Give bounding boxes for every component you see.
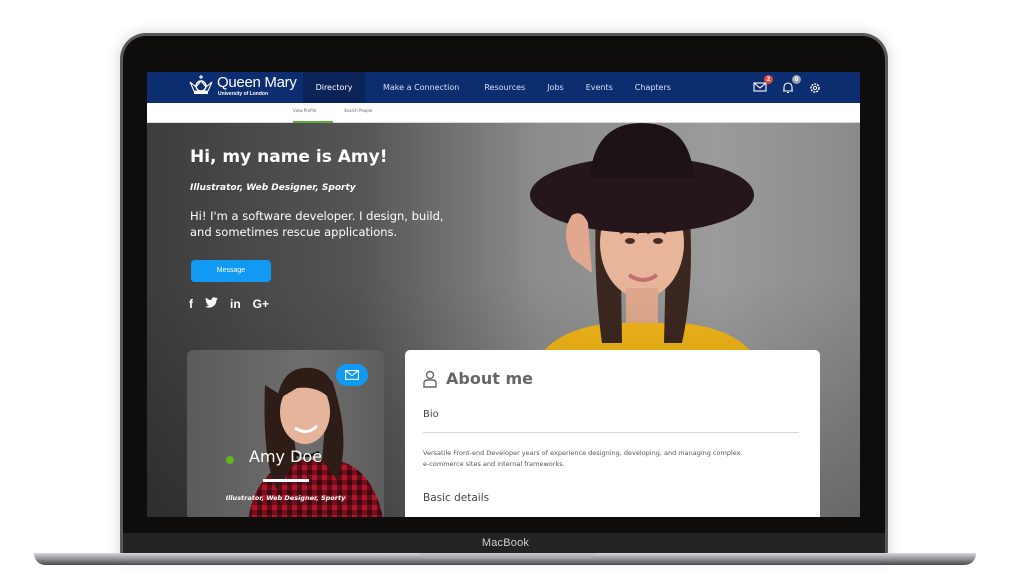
hero-description: Hi! I'm a software developer. I design, … [190, 209, 444, 239]
bio-divider [423, 432, 799, 433]
bio-text: Versatile Front-end Developer years of e… [423, 449, 741, 468]
nav-item-events[interactable]: Events [575, 72, 624, 103]
social-links: f in G+ [189, 297, 269, 311]
nav-item-chapters[interactable]: Chapters [624, 72, 682, 103]
linkedin-icon[interactable]: in [230, 297, 241, 311]
online-status-indicator [226, 456, 234, 464]
nav-item-make-a-connection[interactable]: Make a Connection [365, 72, 470, 103]
google-plus-icon[interactable]: G+ [253, 297, 269, 311]
bio-label: Bio [423, 409, 439, 420]
mail-button[interactable]: 2 [753, 75, 773, 93]
basic-details-label: Basic details [423, 492, 490, 504]
settings-button[interactable] [809, 79, 823, 93]
message-button[interactable]: Message [191, 260, 271, 282]
tab-view-profile[interactable]: View Profile [293, 108, 316, 113]
gear-icon [810, 83, 820, 93]
macbook-mockup: MacBook Queen Mary University of London … [0, 0, 1011, 574]
hero-banner: Hi, my name is Amy! Illustrator, Web Des… [147, 123, 860, 517]
profile-message-button[interactable] [336, 364, 368, 386]
laptop-notch [419, 553, 595, 559]
name-underline [263, 479, 309, 482]
hero-title: Hi, my name is Amy! [190, 147, 388, 167]
profile-name: Amy Doe [249, 447, 323, 466]
mail-badge: 2 [764, 75, 773, 84]
notifications-button[interactable]: 0 [781, 75, 801, 94]
top-navbar: Queen Mary University of London Director… [147, 72, 860, 103]
mail-icon [345, 370, 359, 380]
notifications-badge: 0 [792, 75, 801, 84]
hero-tags: Illustrator, Web Designer, Sporty [190, 183, 356, 193]
about-header: About me [423, 369, 533, 388]
profile-card: Amy Doe Illustrator, Web Designer, Sport… [187, 350, 384, 517]
nav-icons: 2 0 [753, 75, 823, 94]
nav-item-directory[interactable]: Directory [303, 72, 365, 103]
tab-search-people[interactable]: Search People [344, 108, 372, 113]
about-me-card: About me Bio Versatile Front-end Develop… [405, 350, 820, 517]
sub-tabs: View Profile Search People [147, 103, 860, 123]
nav-item-resources[interactable]: Resources [470, 72, 536, 103]
profile-tags: Illustrator, Web Designer, Sporty [225, 494, 346, 502]
logo-subtitle: University of London [218, 91, 268, 97]
user-icon [423, 370, 437, 388]
logo-name: Queen Mary [217, 74, 297, 91]
about-title: About me [446, 369, 533, 388]
crown-logo-icon [189, 75, 213, 94]
twitter-icon[interactable] [205, 297, 218, 311]
screen: Queen Mary University of London Director… [147, 72, 860, 517]
nav-item-jobs[interactable]: Jobs [536, 72, 575, 103]
logo[interactable]: Queen Mary University of London [189, 75, 297, 97]
device-brand-label: MacBook [481, 537, 530, 549]
nav-menu: Directory Make a Connection Resources Jo… [303, 72, 682, 103]
facebook-icon[interactable]: f [189, 297, 193, 311]
